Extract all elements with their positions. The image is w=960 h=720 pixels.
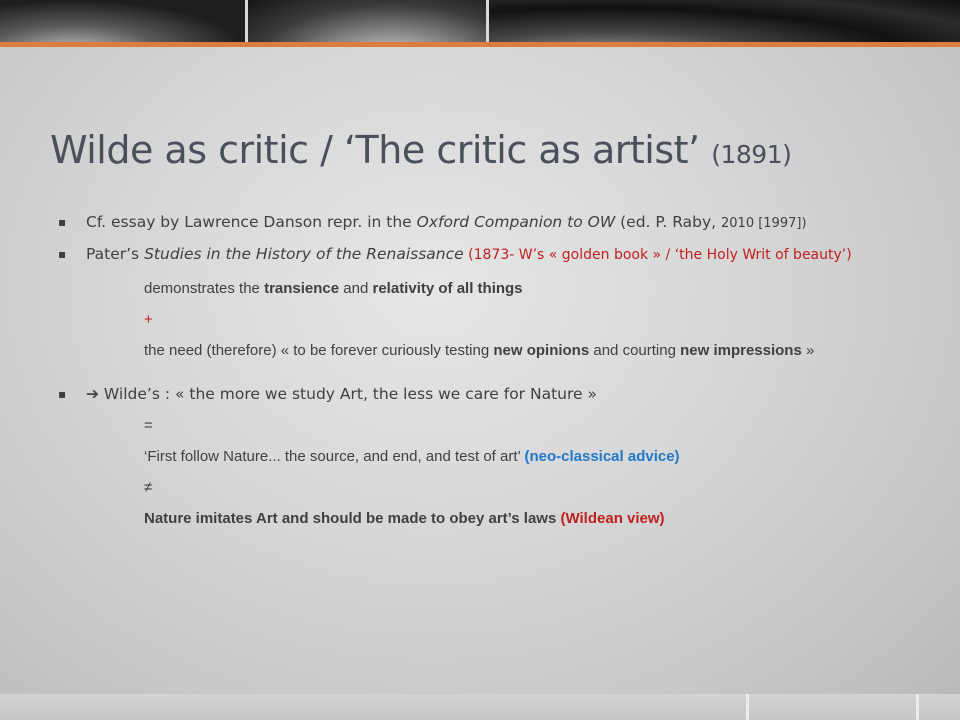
bullet-text: Wilde’s : « the more we study Art, the l… (99, 385, 597, 403)
slide-title: Wilde as critic / ‘The critic as artist’… (50, 128, 930, 172)
sub-text: demonstrates the (144, 280, 265, 297)
slide: Wilde as critic / ‘The critic as artist’… (0, 0, 960, 720)
square-bullet-icon: ▪ (58, 215, 67, 229)
bullet-text: Pater’s (86, 245, 145, 263)
book-title: Oxford Companion to OW (416, 213, 616, 231)
bullet-text: (ed. P. Raby, (615, 213, 721, 231)
bullet-wilde-quote: ▪ ➔ Wilde’s : « the more we study Art, t… (58, 384, 918, 404)
title-main: Wilde as critic / ‘The critic as artist’ (50, 128, 700, 172)
wildean-view-note: (Wildean view) (560, 510, 665, 527)
right-arrow-icon: ➔ (86, 385, 99, 403)
sub-point-transience: demonstrates the transience and relativi… (58, 279, 918, 299)
sub-point-nature-imitates-art: Nature imitates Art and should be made t… (58, 509, 918, 529)
sub-point-new-opinions: the need (therefore) « to be forever cur… (58, 341, 918, 361)
equals-sign: = (144, 417, 153, 434)
emphasis-nature-imitates-art: Nature imitates Art and should be made t… (144, 510, 561, 527)
emphasis-new-opinions: new opinions (493, 342, 590, 359)
bullet-danson-essay: ▪ Cf. essay by Lawrence Danson repr. in … (58, 212, 918, 234)
bullet-note-red: (1873- W’s « golden book » / ‘the Holy W… (463, 247, 852, 263)
sub-text: the need (therefore) « to be forever cur… (144, 342, 494, 359)
square-bullet-icon: ▪ (58, 247, 67, 261)
emphasis-new-impressions: new impressions (680, 342, 802, 359)
plus-sign: + (144, 311, 153, 328)
sub-text: and (339, 280, 373, 297)
bullet-pater-studies: ▪ Pater’s Studies in the History of the … (58, 244, 918, 265)
bullet-date: 2010 [1997]) (721, 216, 807, 231)
footer-divider (916, 694, 919, 720)
footer-strip (0, 694, 960, 720)
emphasis-transience: transience (264, 280, 340, 297)
slide-body: ▪ Cf. essay by Lawrence Danson repr. in … (58, 212, 918, 540)
banner-photo-2 (248, 0, 486, 42)
emphasis-relativity: relativity of all things (372, 280, 523, 297)
footer-divider (746, 694, 749, 720)
bullet-text: Cf. essay by Lawrence Danson repr. in th… (86, 213, 417, 231)
neo-classical-note: (neo-classical advice) (524, 448, 680, 465)
sub-point-follow-nature: ‘First follow Nature... the source, and … (58, 447, 918, 467)
not-equal-sign: ≠ (144, 479, 153, 496)
title-year: (1891) (711, 140, 792, 169)
accent-bar (0, 42, 960, 47)
sub-text: » (801, 342, 815, 359)
header-photo-banner (0, 0, 960, 42)
sub-text: ‘First follow Nature... the source, and … (144, 448, 525, 465)
book-title: Studies in the History of the Renaissanc… (144, 245, 464, 263)
banner-photo-3 (489, 0, 960, 42)
banner-photo-1 (0, 0, 245, 42)
square-bullet-icon: ▪ (58, 387, 67, 401)
sub-text: and courting (589, 342, 681, 359)
